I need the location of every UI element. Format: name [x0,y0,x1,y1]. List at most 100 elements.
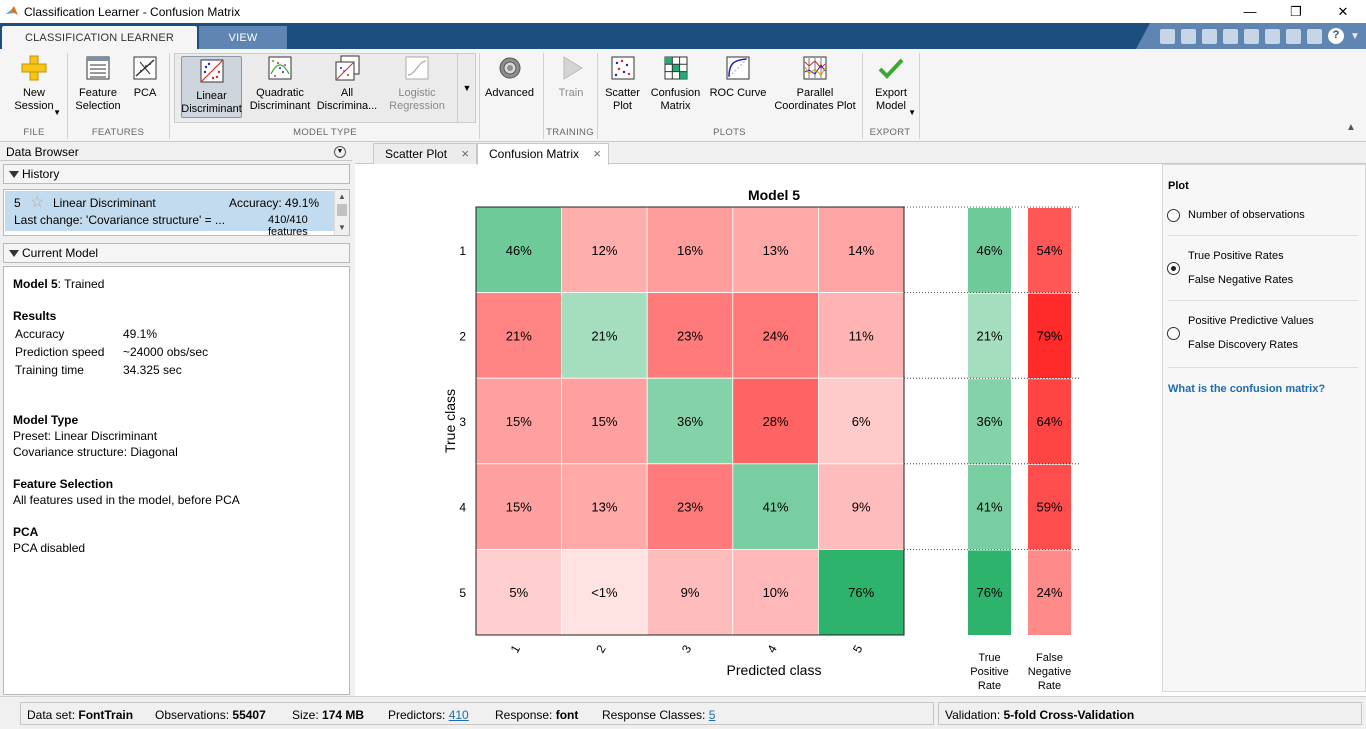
new-session-button[interactable]: New Session ▼ [4,54,64,120]
tab-classification-learner[interactable]: CLASSIFICATION LEARNER [2,26,197,49]
close-icon[interactable]: ✕ [1320,0,1366,23]
history-title: History [22,167,60,181]
history-scrollbar[interactable]: ▲ ▼ [334,190,349,235]
toolstrip-separator [479,53,480,139]
logistic-regression-button[interactable]: Logistic Regression [384,54,450,120]
confusion-matrix-button[interactable]: Confusion Matrix [648,54,703,120]
close-tab-icon[interactable]: × [461,144,469,164]
toolstrip-separator [67,53,68,139]
train-button[interactable]: Train [547,54,595,120]
matrix-cell-label: 41% [763,500,789,515]
save-icon[interactable] [1160,28,1175,44]
history-section-header[interactable]: History [3,164,350,184]
scrollbar-thumb[interactable] [337,204,347,216]
status-bar: Data set: FontTrain Observations: 55407 … [0,696,1366,729]
status-response-classes: Response Classes: 5 [602,708,715,722]
y-tick-label: 4 [459,501,466,515]
confusion-matrix-help-link[interactable]: What is the confusion matrix? [1168,383,1325,395]
copy-icon[interactable] [1202,28,1217,44]
predictors-link[interactable]: 410 [449,708,469,722]
feature-selection-button[interactable]: Feature Selection [70,54,126,120]
cut-icon[interactable] [1181,28,1196,44]
confusion-matrix-label: Confusion Matrix [650,87,701,112]
results-heading: Results [13,309,57,323]
tpr-cell-label: 76% [976,585,1002,600]
option-true-positive-rates[interactable]: True Positive Rates [1188,250,1284,262]
fnr-cell-label: 79% [1036,328,1062,343]
confusion-matrix-chart: Model 5 46% 12% 16% 13% 14%21% 21% 23% 24% 11%15… [442,187,1079,692]
matrix-cell-label: 21% [591,328,617,343]
tpr-cell-label: 21% [976,328,1002,343]
close-tab-icon[interactable]: × [593,144,601,164]
matlab-logo-icon [6,5,18,15]
export-model-button[interactable]: Export Model ▼ [866,54,916,120]
y-axis-label: True class [442,389,458,453]
tab-view[interactable]: VIEW [199,26,287,49]
fnr-cell-label: 64% [1036,414,1062,429]
toolstrip-separator [919,53,920,139]
roc-curve-button[interactable]: ROC Curve [708,54,768,120]
minimize-icon[interactable]: — [1227,0,1273,23]
linear-discriminant-icon [200,59,223,83]
document-tab-strip: Scatter Plot × Confusion Matrix × [355,143,1366,165]
all-discriminants-button[interactable]: All Discrimina... [316,54,378,120]
result-label-prediction-speed: Prediction speed [15,345,105,359]
export-model-label: Export Model [875,87,907,112]
parallel-coordinates-button[interactable]: Parallel Coordinates Plot [771,54,859,120]
option-false-negative-rates[interactable]: False Negative Rates [1188,274,1293,286]
quadratic-discriminant-button[interactable]: Quadratic Discriminant [248,54,312,120]
matrix-cell-label: 16% [677,243,703,258]
radio-true-positive-rates[interactable] [1167,262,1180,275]
result-value-training-time: 34.325 sec [123,363,182,377]
x-tick-label: 2 [593,642,609,655]
option-false-discovery-rates[interactable]: False Discovery Rates [1188,339,1298,351]
tab-confusion-matrix[interactable]: Confusion Matrix × [477,143,609,165]
switch-windows-icon[interactable] [1286,28,1301,44]
option-positive-predictive-values[interactable]: Positive Predictive Values [1188,315,1314,327]
expand-toolstrip-icon[interactable]: ▼ [1350,29,1360,44]
tpr-cell-label: 41% [976,500,1002,515]
help-icon[interactable]: ? [1328,28,1344,44]
radio-positive-predictive-values[interactable] [1167,327,1180,340]
model-type-preset: Preset: Linear Discriminant [13,429,158,443]
scroll-up-icon[interactable]: ▲ [338,192,346,201]
scatter-plot-button[interactable]: Scatter Plot [600,54,645,120]
toolstrip: New Session ▼ Feature Selection PCA Line… [0,49,1366,142]
layout-icon[interactable] [1307,28,1322,44]
star-icon[interactable]: ☆ [30,192,44,212]
pca-text: PCA disabled [13,541,86,555]
radio-number-of-observations[interactable] [1167,209,1180,222]
matrix-cell-label: 13% [591,500,617,515]
pca-button[interactable]: PCA [128,54,162,120]
plot-options-title: Plot [1168,180,1189,192]
linear-discriminant-button[interactable]: Linear Discriminant [181,56,242,118]
tpr-column-label: True [978,652,1000,664]
new-session-label: New Session [14,87,54,112]
option-number-of-observations[interactable]: Number of observations [1188,209,1305,221]
matrix-cell-label: <1% [591,585,618,600]
advanced-button[interactable]: Advanced [481,54,538,120]
matrix-cell-label: 5% [509,585,528,600]
history-item-number: 5 [14,196,21,210]
redo-icon[interactable] [1265,28,1280,44]
response-classes-link[interactable]: 5 [709,708,716,722]
current-model-section-header[interactable]: Current Model [3,243,350,263]
paste-icon[interactable] [1223,28,1238,44]
new-session-plus-icon [21,55,47,81]
response-value: font [555,708,579,722]
panel-menu-icon[interactable]: ▼ [334,146,346,158]
undo-icon[interactable] [1244,28,1259,44]
restore-icon[interactable]: ❐ [1273,0,1319,23]
chart-title: Model 5 [748,187,800,203]
tab-scatter-plot[interactable]: Scatter Plot × [373,143,477,164]
collapse-toolstrip-icon[interactable]: ▲ [1346,122,1356,133]
model-type-covariance: Covariance structure: Diagonal [13,445,178,459]
tab-confusion-matrix-label: Confusion Matrix [489,147,580,161]
scroll-down-icon[interactable]: ▼ [338,223,346,232]
gallery-expand-arrow-icon[interactable]: ▼ [457,53,476,123]
scatter-plot-label: Scatter Plot [605,87,640,112]
history-item-name: Linear Discriminant [53,196,156,210]
advanced-label: Advanced [485,87,534,99]
history-item[interactable]: 5 ☆ Linear Discriminant Accuracy: 49.1% … [5,191,334,238]
current-model-title: Current Model [22,246,99,260]
